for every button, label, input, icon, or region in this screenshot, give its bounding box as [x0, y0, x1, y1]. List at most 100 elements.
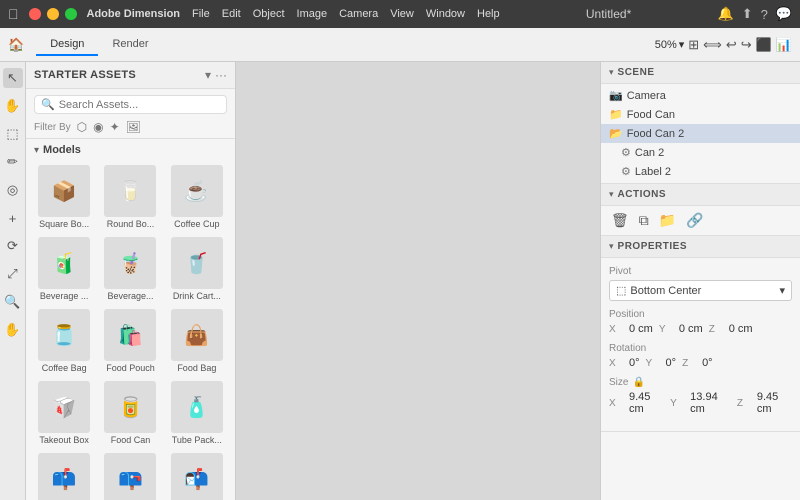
menu-app[interactable]: Adobe Dimension — [87, 8, 181, 20]
tree-item-camera[interactable]: 📷 Camera — [601, 86, 800, 105]
scale-tool[interactable]: ⤢ — [3, 264, 23, 284]
rot-x-value[interactable]: 0° — [629, 357, 640, 369]
add-tool[interactable]: + — [3, 208, 23, 228]
filter-image-icon[interactable]: 🖼 — [126, 120, 141, 134]
model-item-coffee-cup[interactable]: ☕ Coffee Cup — [165, 161, 229, 231]
select-tool[interactable]: ↖ — [3, 68, 23, 88]
tree-item-food-can-2[interactable]: 📂 Food Can 2 — [601, 124, 800, 143]
canvas-area[interactable] — [236, 62, 600, 500]
models-section-header[interactable]: ▾ Models — [26, 139, 235, 159]
grid-icon[interactable]: ⊞ — [688, 37, 699, 53]
rotate-tool[interactable]: ⟳ — [3, 236, 23, 256]
filter-light-icon[interactable]: ✦ — [110, 120, 120, 134]
size-z-value[interactable]: 9.45 cm — [757, 391, 792, 415]
search-bar[interactable]: 🔍 — [34, 95, 227, 114]
size-row: X 9.45 cm Y 13.94 cm Z 9.45 cm — [609, 391, 792, 415]
pos-z-value[interactable]: 0 cm — [729, 323, 753, 335]
model-item-tube-pack[interactable]: 🧴 Tube Pack... — [165, 377, 229, 447]
notification-icon[interactable]: 🔔 — [718, 6, 734, 22]
models-toggle-icon: ▾ — [34, 145, 39, 156]
model-label-beverage1: Beverage ... — [40, 291, 89, 301]
rot-z-label: Z — [682, 358, 696, 369]
hand-tool[interactable]: ✋ — [3, 96, 23, 116]
model-item-box-with-o[interactable]: 📬 Box with O... — [165, 449, 229, 500]
model-label-coffee-bag: Coffee Bag — [42, 363, 87, 373]
menu-help[interactable]: Help — [477, 8, 500, 20]
pos-x-label: X — [609, 324, 623, 335]
model-item-coffee-bag[interactable]: 🫙 Coffee Bag — [32, 305, 96, 375]
scene-section-header[interactable]: ▾ SCENE — [601, 62, 800, 84]
menu-edit[interactable]: Edit — [222, 8, 241, 20]
model-item-square-box[interactable]: 📦 Square Bo... — [32, 161, 96, 231]
model-thumb-coffee-cup: ☕ — [171, 165, 223, 217]
rot-y-value[interactable]: 0° — [666, 357, 677, 369]
pan-tool[interactable]: ✋ — [3, 320, 23, 340]
tab-render[interactable]: Render — [98, 34, 162, 56]
menu-view[interactable]: View — [390, 8, 414, 20]
duplicate-action-icon[interactable]: ⧉ — [639, 212, 649, 229]
home-icon[interactable]: 🏠 — [8, 37, 24, 53]
share-icon[interactable]: ⬆ — [742, 6, 753, 22]
pos-x-value[interactable]: 0 cm — [629, 323, 653, 335]
model-item-drink-cart[interactable]: 🥤 Drink Cart... — [165, 233, 229, 303]
undo-icon[interactable]: ↩ — [726, 37, 737, 53]
pos-y-value[interactable]: 0 cm — [679, 323, 703, 335]
pivot-value: ⬚ Bottom Center — [616, 284, 701, 297]
filter-3d-icon[interactable]: ⬡ — [77, 120, 87, 134]
properties-section-header[interactable]: ▾ PROPERTIES — [601, 236, 800, 258]
model-item-food-can[interactable]: 🥫 Food Can — [98, 377, 162, 447]
redo-icon[interactable]: ↪ — [741, 37, 752, 53]
search-input[interactable] — [59, 99, 220, 111]
model-label-coffee-cup: Coffee Cup — [174, 219, 219, 229]
maximize-button[interactable] — [65, 8, 77, 20]
delete-action-icon[interactable]: 🗑 — [611, 212, 629, 229]
zoom-tool[interactable]: 🔍 — [3, 292, 23, 312]
model-item-takeout-box[interactable]: 🥡 Takeout Box — [32, 377, 96, 447]
render-icon[interactable]: ⬛ — [756, 37, 772, 53]
minimize-button[interactable] — [47, 8, 59, 20]
model-item-cube-box[interactable]: 📪 Cube Box — [98, 449, 162, 500]
model-item-food-pouch[interactable]: 🛍️ Food Pouch — [98, 305, 162, 375]
size-lock-icon[interactable]: 🔒 — [632, 377, 644, 388]
filter-material-icon[interactable]: ◉ — [93, 120, 103, 134]
help-icon[interactable]: ? — [761, 7, 768, 22]
menu-camera[interactable]: Camera — [339, 8, 378, 20]
zoom-control[interactable]: 50% ▾ — [655, 38, 685, 51]
actions-section-header[interactable]: ▾ ACTIONS — [601, 184, 800, 206]
model-item-round-box[interactable]: 🥛 Round Bo... — [98, 161, 162, 231]
model-thumb-beverage1: 🧃 — [38, 237, 90, 289]
menu-image[interactable]: Image — [297, 8, 328, 20]
chart-icon[interactable]: 📊 — [776, 37, 792, 53]
align-icon[interactable]: ⟺ — [703, 37, 722, 53]
size-x-label: X — [609, 398, 623, 409]
model-item-beverage1[interactable]: 🧃 Beverage ... — [32, 233, 96, 303]
size-label: Size — [609, 377, 628, 388]
rotation-row: X 0° Y 0° Z 0° — [609, 357, 792, 369]
tree-item-food-can[interactable]: 📁 Food Can — [601, 105, 800, 124]
model-thumb-tube-pack: 🧴 — [171, 381, 223, 433]
chevron-down-icon[interactable]: ▾ — [205, 68, 211, 82]
model-item-beverage2[interactable]: 🧋 Beverage... — [98, 233, 162, 303]
tree-item-can-2[interactable]: ⚙ Can 2 — [601, 143, 800, 162]
model-item-food-bag[interactable]: 👜 Food Bag — [165, 305, 229, 375]
frame-tool[interactable]: ⬚ — [3, 124, 23, 144]
comments-icon[interactable]: 💬 — [776, 6, 792, 22]
tab-design[interactable]: Design — [36, 34, 98, 56]
circle-tool[interactable]: ◎ — [3, 180, 23, 200]
group-action-icon[interactable]: 📁 — [659, 212, 676, 229]
link-action-icon[interactable]: 🔗 — [686, 212, 703, 229]
close-button[interactable] — [29, 8, 41, 20]
tree-item-label-2[interactable]: ⚙ Label 2 — [601, 162, 800, 181]
pivot-icon: ⬚ — [616, 284, 626, 297]
size-y-value[interactable]: 13.94 cm — [690, 391, 731, 415]
zoom-dropdown-icon[interactable]: ▾ — [679, 38, 685, 51]
model-item-tall-box[interactable]: 📫 Tall Box — [32, 449, 96, 500]
menu-file[interactable]: File — [192, 8, 210, 20]
pivot-dropdown[interactable]: ⬚ Bottom Center ▾ — [609, 280, 792, 301]
menu-object[interactable]: Object — [253, 8, 285, 20]
pen-tool[interactable]: ✏ — [3, 152, 23, 172]
rot-z-value[interactable]: 0° — [702, 357, 713, 369]
size-x-value[interactable]: 9.45 cm — [629, 391, 664, 415]
menu-window[interactable]: Window — [426, 8, 465, 20]
more-options-icon[interactable]: ··· — [215, 68, 227, 82]
